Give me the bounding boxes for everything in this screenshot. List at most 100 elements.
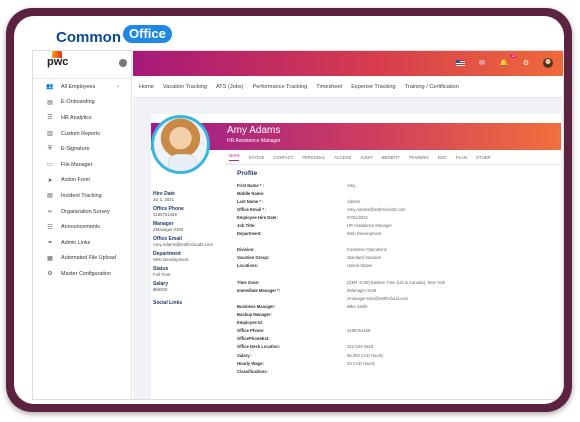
device-frame: Common Office pwc 👥 All Employees › ▤ E-Onbo… [6,8,572,412]
sidebar-item-5[interactable]: ▭ File Manager [33,157,131,173]
field-label: Office Desk Location: [237,344,281,350]
announcement-icon: ☷ [47,224,53,231]
profile-row: Employee Id: [237,319,561,327]
profile-row: Last Name * : Adams [237,197,561,205]
tab-item[interactable]: Home [139,84,154,90]
profile-row: Department: Web Development [237,230,561,238]
sidebar-item-10[interactable]: ⚭ Admin Links [33,235,131,251]
subtab-item[interactable]: CONTACT [273,155,293,160]
field-label: Business Manager: [237,303,276,309]
tab-item[interactable]: Training / Certification [405,84,459,90]
main-area: ✉ 🔔 12 ⚙ Home Vacation Tracking ATS (Jobs) P… [133,51,563,399]
sidebar-collapse-button[interactable] [119,59,127,67]
salary-value: $66000 [153,287,168,292]
upload-icon: ▦ [47,255,53,262]
profile-row [237,238,561,246]
status-value: Full Time [153,272,171,277]
tab-item[interactable]: Expense Tracking [351,84,395,90]
profile-row: Job Title: HR Assistance Manager [237,221,561,229]
field-label: Employee Hire Date: [237,214,278,220]
profile-row: Employee Hire Date: 07/01/2021 [237,213,561,221]
sidebar-item-label: Admin Links [61,239,91,246]
sidebar-item-2[interactable]: ☰ HR Analytics [33,110,131,126]
field-label: Hourly Wage: [237,360,264,366]
field-value: ZManager SSM [347,287,377,293]
field-value: Amy [347,182,356,188]
field-value: Amy.Adams@testhrcloud3.com [347,206,406,212]
profile-row: OfficePhoneExt: [237,335,561,343]
sidebar-item-6[interactable]: ➤ Action Form [33,173,131,189]
sidebar-item-12[interactable]: ⚙ Master Configuration [33,266,131,282]
user-avatar[interactable] [543,58,553,68]
sidebar-item-4[interactable]: ⛨ E-Signature [33,141,131,157]
sidebar-item-8[interactable]: ∞ Organization Survey [33,204,131,220]
field-value: 07/01/2021 [347,214,368,220]
subtab-item[interactable]: AUDIT [360,155,373,160]
top-bar-icons: ✉ 🔔 12 ⚙ [455,54,553,68]
employee-banner [151,123,561,150]
sidebar-item-label: Announcements [61,224,100,231]
field-value: 66,000 CAD Hourly [347,352,384,358]
sidebar-item-3[interactable]: ▥ Custom Reports [33,126,131,142]
us-flag [455,60,465,66]
brand-word-office: Office [123,25,172,43]
tab-item[interactable]: Timesheet [316,84,342,90]
profile-row: Business Manager: Mike Smith [237,302,561,310]
sidebar-item-11[interactable]: ▦ Automated File Upload [33,251,131,267]
employee-subtabs: MAIN STATUS CONTACT PERSONAL ACCESS AUDIT BENE… [225,150,561,165]
hire-date-value: Jul 1, 2021 [153,197,175,202]
field-label: Salary: [237,352,251,358]
subtab-item[interactable]: TRAINING [409,155,429,160]
sidebar-item-label: E-Signature [61,146,90,153]
tab-item[interactable]: ATS (Jobs) [216,84,244,90]
subtab-item[interactable]: DOC [438,155,447,160]
field-value: 33 CAD Hourly [347,360,375,366]
chevron-right-icon: › [117,83,119,90]
profile-row: Classifications: [237,367,561,375]
notification-bell-icon[interactable]: 🔔 12 [499,54,516,68]
subtab-item[interactable]: BENEFIT [382,155,400,160]
profile-heading: Profile [237,170,258,177]
subtab-item[interactable]: OTHER [476,155,491,160]
signature-icon: ⛨ [47,145,53,152]
field-label: Employee Id: [237,320,264,326]
field-value: Mike Smith [347,303,368,309]
sidebar-item-7[interactable]: ▤ Incident Tracking [33,188,131,204]
sidebar-item-label: E-Onboarding [61,99,95,106]
tab-item[interactable]: Vacation Tracking [163,84,207,90]
config-icon: ⚙ [47,271,53,278]
field-label: Vacation Group: [237,255,270,261]
sidebar-item-9[interactable]: ☷ Announcements [33,219,131,235]
sidebar-logo-row: pwc [33,51,131,79]
subtab-item[interactable]: STATUS [248,155,264,160]
field-value: Customer Operations [347,247,387,253]
employee-photo [151,115,210,174]
analytics-icon: ☰ [47,115,53,122]
onboarding-icon: ▤ [47,99,53,106]
sidebar-item-1[interactable]: ▤ E-Onboarding [33,95,131,111]
subtab-item[interactable]: MAIN [229,153,240,161]
survey-icon: ∞ [47,208,53,215]
office-email-value[interactable]: Amy.Adams@testhrcloud3.com [153,242,223,247]
subtab-item[interactable]: ACCESS [334,155,351,160]
sidebar-item-label: Action Form [61,177,91,184]
company-logo: pwc [47,51,68,68]
field-label: Time Zone: [237,279,260,285]
sidebar-item-label: All Employees [61,83,96,90]
settings-icon[interactable]: ⚙ [521,58,531,68]
sidebar-item-label: HR Analytics [61,114,92,121]
social-links-link[interactable]: Social Links [153,300,223,306]
mail-icon[interactable]: ✉ [477,58,487,68]
tab-item[interactable]: Performance Tracking [253,84,308,90]
subtab-item[interactable]: PERSONAL [302,155,325,160]
language-flag-icon[interactable] [455,58,465,68]
sidebar: pwc 👥 All Employees › ▤ E-Onboarding ☰ HR Anal… [33,51,132,399]
subtab-item[interactable]: PLAN [456,155,467,160]
sidebar-nav: 👥 All Employees › ▤ E-Onboarding ☰ HR Analytic… [33,79,131,282]
sidebar-item-0[interactable]: 👥 All Employees › [33,79,131,95]
brand-logo: Common Office [56,25,172,46]
brand-word-common: Common [56,28,121,46]
incident-icon: ▤ [47,193,53,200]
field-label: Classifications: [237,368,268,374]
field-label: Middle Name: [237,190,265,196]
